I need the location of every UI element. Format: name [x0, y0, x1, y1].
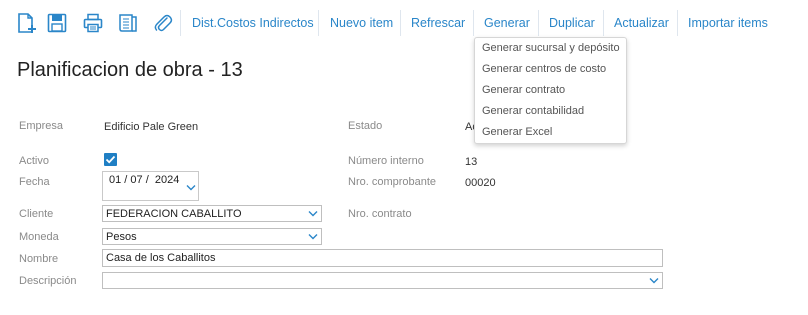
- new-document-icon[interactable]: [16, 12, 38, 34]
- empresa-label: Empresa: [19, 120, 64, 132]
- chevron-down-icon: [308, 211, 318, 217]
- attachment-icon[interactable]: [152, 12, 174, 34]
- toolbar-separator: [677, 10, 678, 36]
- toolbar-separator: [400, 10, 401, 36]
- cliente-value: FEDERACION CABALLITO: [106, 208, 242, 220]
- chevron-down-icon[interactable]: [186, 184, 196, 191]
- toolbar-separator: [318, 10, 319, 36]
- cliente-label: Cliente: [19, 208, 54, 220]
- refrescar-button[interactable]: Refrescar: [411, 12, 465, 34]
- generar-button[interactable]: Generar: [484, 12, 530, 34]
- moneda-select[interactable]: Pesos: [102, 228, 322, 245]
- descripcion-label: Descripción: [19, 275, 77, 287]
- generar-dropdown-menu: Generar sucursal y depósito Generar cent…: [474, 37, 627, 144]
- dist-costos-indirectos-button[interactable]: Dist.Costos Indirectos: [192, 12, 314, 34]
- cliente-select[interactable]: FEDERACION CABALLITO: [102, 205, 322, 222]
- menu-item-generar-excel[interactable]: Generar Excel: [482, 126, 552, 138]
- activo-checkbox[interactable]: [104, 153, 117, 166]
- chevron-down-icon: [308, 234, 318, 240]
- menu-item-generar-centros-costo[interactable]: Generar centros de costo: [482, 63, 606, 75]
- save-icon[interactable]: [46, 12, 68, 34]
- nuevo-item-button[interactable]: Nuevo item: [330, 12, 393, 34]
- page-title: Planificacion de obra - 13: [17, 59, 243, 81]
- numero-interno-value: 13: [465, 156, 478, 168]
- checkmark-icon: [105, 155, 116, 164]
- duplicar-button[interactable]: Duplicar: [549, 12, 595, 34]
- estado-label: Estado: [348, 120, 383, 132]
- importar-items-button[interactable]: Importar items: [688, 12, 768, 34]
- nombre-label: Nombre: [19, 253, 59, 265]
- activo-label: Activo: [19, 155, 49, 167]
- moneda-value: Pesos: [106, 231, 137, 243]
- nro-comprobante-label: Nro. comprobante: [348, 176, 437, 188]
- report-icon[interactable]: [117, 12, 139, 34]
- toolbar: Dist.Costos Indirectos Nuevo item Refres…: [0, 0, 808, 44]
- fecha-date-input[interactable]: 01 / 07 / 2024: [102, 171, 199, 201]
- fecha-label: Fecha: [19, 176, 50, 188]
- moneda-label: Moneda: [19, 231, 59, 243]
- menu-item-generar-contabilidad[interactable]: Generar contabilidad: [482, 105, 584, 117]
- descripcion-select[interactable]: [102, 272, 663, 289]
- actualizar-button[interactable]: Actualizar: [614, 12, 669, 34]
- toolbar-separator: [603, 10, 604, 36]
- toolbar-separator: [538, 10, 539, 36]
- fecha-value: 01 / 07 / 2024: [109, 174, 180, 186]
- empresa-value: Edificio Pale Green: [104, 121, 199, 133]
- numero-interno-label: Número interno: [348, 155, 424, 167]
- chevron-down-icon: [649, 278, 659, 284]
- menu-item-generar-contrato[interactable]: Generar contrato: [482, 84, 565, 96]
- toolbar-separator: [180, 10, 181, 36]
- nro-contrato-label: Nro. contrato: [348, 208, 412, 220]
- print-icon[interactable]: [82, 12, 104, 34]
- menu-item-generar-sucursal[interactable]: Generar sucursal y depósito: [482, 42, 620, 54]
- toolbar-separator: [473, 10, 474, 36]
- nombre-value: Casa de los Caballitos: [106, 252, 216, 264]
- nombre-input[interactable]: Casa de los Caballitos: [102, 249, 663, 267]
- nro-comprobante-value: 00020: [465, 177, 496, 189]
